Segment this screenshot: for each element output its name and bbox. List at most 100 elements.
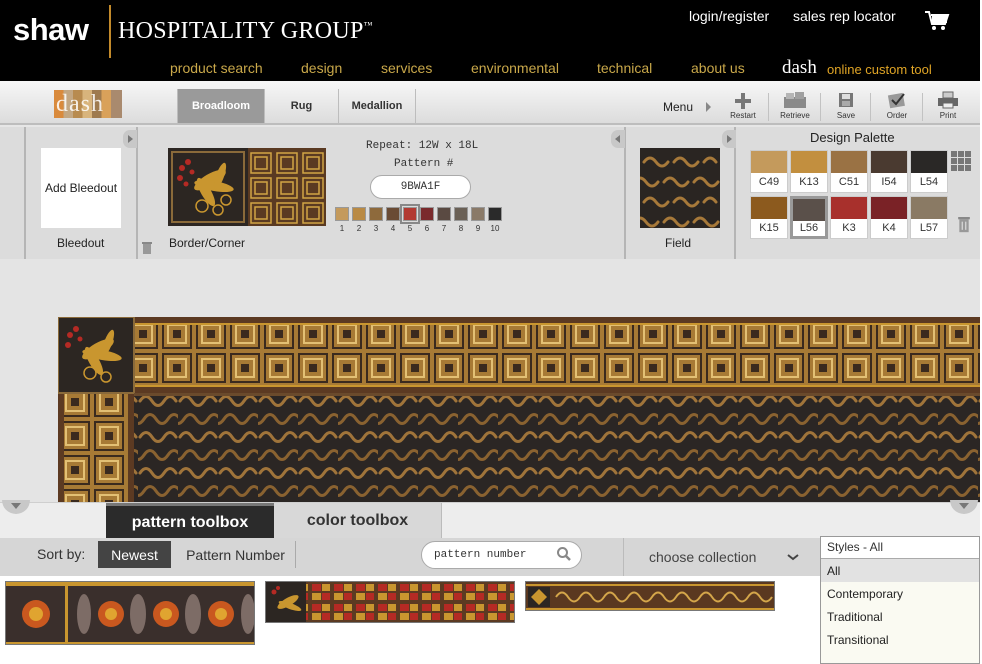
chip-number: 4 — [390, 224, 396, 233]
menu-label[interactable]: Menu — [663, 100, 693, 114]
swatch-code: K13 — [799, 176, 819, 188]
tab-pattern-toolbox[interactable]: pattern toolbox — [106, 503, 274, 539]
swatch-color — [751, 151, 787, 173]
swatch-color — [791, 151, 827, 173]
nav-technical[interactable]: technical — [597, 60, 652, 76]
nav-design[interactable]: design — [301, 60, 342, 76]
color-chip-6[interactable] — [420, 207, 434, 221]
nav-environmental[interactable]: environmental — [471, 60, 559, 76]
logo-divider — [109, 5, 111, 58]
swatch-code: L54 — [919, 176, 939, 188]
palette-swatch-l54[interactable]: L54 — [910, 150, 948, 193]
sort-bar: Sort by: Newest Pattern Number pattern n… — [0, 538, 820, 576]
collapse-arrow-icon[interactable] — [722, 130, 736, 148]
print-button[interactable]: Print — [926, 91, 970, 125]
palette-swatch-c51[interactable]: C51 — [830, 150, 868, 193]
sales-rep-locator-link[interactable]: sales rep locator — [793, 8, 896, 24]
trash-icon[interactable] — [957, 215, 971, 233]
palette-swatch-k3[interactable]: K3 — [830, 196, 868, 239]
tab-medallion[interactable]: Medallion — [339, 89, 416, 123]
chip-number: 2 — [356, 224, 362, 233]
tab-color-toolbox[interactable]: color toolbox — [274, 503, 442, 539]
order-icon — [875, 91, 919, 111]
swatch-color — [871, 151, 907, 173]
styles-dropdown-header[interactable]: Styles - All — [821, 537, 979, 559]
swatch-color — [911, 197, 947, 219]
sort-newest-button[interactable]: Newest — [98, 541, 171, 568]
color-chip-8[interactable] — [454, 207, 468, 221]
pattern-number-label: Pattern # — [394, 158, 454, 170]
bleedout-label: Bleedout — [57, 236, 105, 250]
border-corner-swatch[interactable] — [168, 148, 248, 226]
palette-swatch-k4[interactable]: K4 — [870, 196, 908, 239]
color-chip-9[interactable] — [471, 207, 485, 221]
nav-about-us[interactable]: about us — [691, 60, 745, 76]
nav-product-search[interactable]: product search — [170, 60, 263, 76]
save-button[interactable]: Save — [824, 91, 868, 125]
pattern-thumbnail[interactable] — [265, 581, 515, 623]
palette-swatch-c49[interactable]: C49 — [750, 150, 788, 193]
brand-sub-text: HOSPITALITY GROUP — [118, 18, 364, 44]
style-option-transitional[interactable]: Transitional — [821, 628, 979, 651]
brand-logo-hospitality-group[interactable]: HOSPITALITY GROUP™ — [118, 18, 373, 45]
color-chip-2[interactable] — [352, 207, 366, 221]
retrieve-icon — [773, 91, 817, 111]
swatch-color — [831, 151, 867, 173]
pattern-thumbnail[interactable] — [5, 581, 255, 645]
chip-number: 7 — [441, 224, 447, 233]
search-icon[interactable] — [556, 546, 572, 562]
nav-dash-logo[interactable]: dash — [782, 57, 817, 79]
palette-swatch-k13[interactable]: K13 — [790, 150, 828, 193]
tab-broadloom[interactable]: Broadloom — [177, 89, 265, 123]
order-button[interactable]: Order — [875, 91, 919, 125]
palette-swatch-l57[interactable]: L57 — [910, 196, 948, 239]
style-option-traditional[interactable]: Traditional — [821, 605, 979, 628]
field-swatch[interactable] — [640, 148, 720, 228]
palette-swatch-k15[interactable]: K15 — [750, 196, 788, 239]
chip-number: 1 — [339, 224, 345, 233]
restart-button[interactable]: Restart — [721, 91, 765, 125]
swatch-code: C51 — [838, 176, 860, 188]
style-option-contemporary[interactable]: Contemporary — [821, 582, 979, 605]
style-option-all[interactable]: All — [821, 559, 979, 582]
pattern-number-field[interactable]: 9BWA1F — [370, 175, 471, 199]
toolbox-tab-bar: pattern toolbox color toolbox — [0, 502, 980, 539]
shopping-cart-icon[interactable] — [924, 10, 950, 32]
dash-tool-logo: dash — [54, 90, 122, 118]
tab-rug[interactable]: Rug — [265, 89, 339, 123]
border-strip-swatch[interactable] — [248, 148, 326, 226]
menu-arrow-icon[interactable] — [706, 102, 711, 112]
color-chip-10[interactable] — [488, 207, 502, 221]
panel-divider — [24, 127, 26, 259]
collapse-arrow-icon[interactable] — [123, 130, 137, 148]
retrieve-button[interactable]: Retrieve — [773, 91, 817, 125]
chip-number: 9 — [475, 224, 481, 233]
palette-swatch-i54[interactable]: I54 — [870, 150, 908, 193]
brand-logo-shaw[interactable]: shaw — [13, 12, 89, 48]
pattern-thumbnail[interactable] — [525, 581, 775, 611]
border-corner-label: Border/Corner — [169, 236, 246, 250]
order-label: Order — [886, 111, 908, 120]
nav-services[interactable]: services — [381, 60, 432, 76]
swatch-code: L57 — [919, 222, 939, 234]
color-chip-5[interactable] — [400, 204, 420, 224]
restart-label: Restart — [730, 111, 756, 120]
palette-swatch-l56[interactable]: L56 — [790, 196, 828, 239]
nav-dash-subtitle[interactable]: online custom tool — [827, 62, 932, 77]
grid-view-icon[interactable] — [951, 151, 973, 171]
color-chip-4[interactable] — [386, 207, 400, 221]
collapse-arrow-icon[interactable] — [611, 130, 625, 148]
chevron-down-icon[interactable] — [787, 550, 799, 564]
design-palette-grid: C49 K13 C51 I54 L54 K15 L56 K3 K4 L57 — [750, 150, 948, 239]
color-chip-3[interactable] — [369, 207, 383, 221]
styles-dropdown[interactable]: Styles - All All Contemporary Traditiona… — [820, 536, 980, 664]
sort-pattern-number-button[interactable]: Pattern Number — [176, 541, 296, 568]
color-chip-1[interactable] — [335, 207, 349, 221]
trash-icon[interactable] — [141, 240, 153, 254]
rug-preview[interactable] — [58, 317, 980, 503]
color-chip-7[interactable] — [437, 207, 451, 221]
site-header: shaw HOSPITALITY GROUP™ login/register s… — [0, 0, 980, 81]
swatch-code: K4 — [882, 222, 896, 234]
login-register-link[interactable]: login/register — [689, 8, 769, 24]
add-bleedout-button[interactable]: Add Bleedout — [41, 148, 121, 228]
